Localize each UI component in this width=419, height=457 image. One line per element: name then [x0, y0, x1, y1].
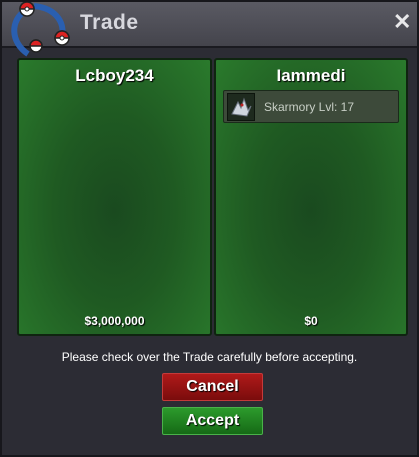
- skarmory-icon: [227, 93, 255, 121]
- cancel-button[interactable]: Cancel: [162, 373, 263, 401]
- money-left: $3,000,000: [84, 314, 145, 328]
- close-icon[interactable]: ✕: [393, 11, 411, 33]
- player-name-right: Iammedi: [276, 66, 346, 85]
- money-right: $0: [304, 314, 318, 328]
- trade-item-row[interactable]: Skarmory Lvl: 17: [223, 90, 399, 123]
- pokeball-logo-icon: [11, 2, 70, 57]
- trade-panel-right: Iammedi Skarmory Lvl: 17 $0: [214, 58, 408, 336]
- item-label: Skarmory Lvl: 17: [264, 100, 355, 114]
- trade-window: Trade ✕ Lcboy234 $3,000,000 Iammedi Skar…: [0, 0, 419, 457]
- accept-button[interactable]: Accept: [162, 407, 263, 435]
- player-name-left: Lcboy234: [75, 66, 154, 85]
- window-title: Trade: [80, 11, 139, 34]
- trade-panel-left: Lcboy234 $3,000,000: [17, 58, 212, 336]
- notice-text: Please check over the Trade carefully be…: [61, 350, 358, 364]
